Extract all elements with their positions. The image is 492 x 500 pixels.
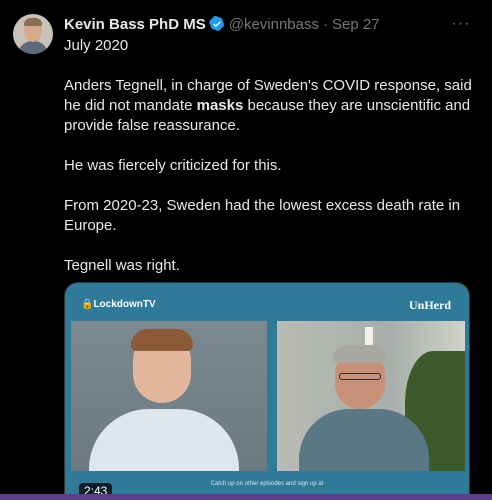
tweet-line-date: July 2020 [64, 37, 129, 54]
unherd-logo: UnHerd [409, 298, 451, 312]
author-handle[interactable]: @kevinnbass [229, 16, 319, 33]
video-caption: Catch up on other episodes and sign up a… [210, 481, 324, 487]
author-name[interactable]: Kevin Bass PhD MS [64, 16, 206, 33]
tweet-paragraph-1: Anders Tegnell, in charge of Sweden's CO… [64, 76, 476, 136]
video-thumbnail[interactable]: 🔒LockdownTV UnHerd Catch up on other epi… [64, 282, 470, 500]
tweet-paragraph-3: From 2020-23, Sweden had the lowest exce… [64, 197, 461, 234]
bottom-strip [0, 494, 492, 500]
tweet[interactable]: Kevin Bass PhD MS @kevinnbass · Sep 27 ·… [0, 0, 492, 500]
avatar-hair [24, 18, 42, 26]
header-separator: · [323, 15, 328, 33]
guest-glasses [339, 373, 381, 380]
video-frame-right [277, 321, 465, 471]
masks-highlight: masks [196, 97, 244, 114]
tweet-paragraph-4: Tegnell was right. [64, 257, 180, 274]
verified-badge-icon [209, 16, 224, 31]
video-frame-left [71, 321, 267, 471]
guest-hair [333, 345, 387, 363]
avatar[interactable] [13, 14, 53, 54]
tweet-date[interactable]: Sep 27 [332, 16, 380, 33]
video-topbar: 🔒LockdownTV UnHerd [65, 283, 469, 323]
interviewer-hair [131, 329, 193, 351]
lamp [365, 327, 373, 345]
avatar-body [18, 41, 48, 54]
tweet-text: July 2020 Anders Tegnell, in charge of S… [64, 36, 476, 276]
tweet-header: Kevin Bass PhD MS @kevinnbass · Sep 27 [64, 14, 380, 34]
lockdowntv-logo: 🔒LockdownTV [81, 299, 156, 310]
tweet-paragraph-2: He was fiercely criticized for this. [64, 157, 282, 174]
more-horizontal-icon[interactable]: ··· [451, 14, 471, 34]
